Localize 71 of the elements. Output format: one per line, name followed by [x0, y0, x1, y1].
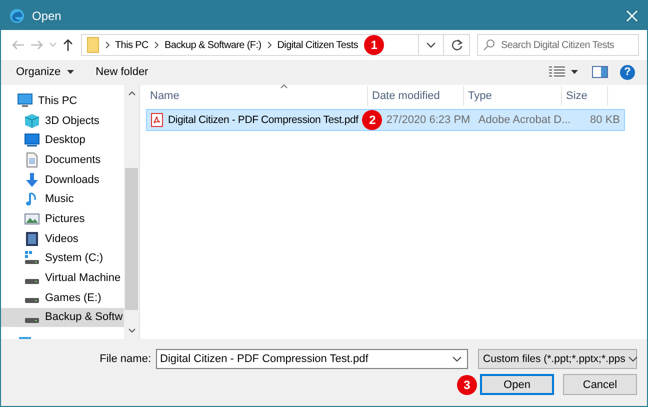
picture-icon: [24, 210, 40, 227]
organize-menu-button[interactable]: Organize: [9, 63, 81, 81]
sidebar-item[interactable]: Music: [1, 189, 124, 210]
view-options-icon[interactable]: [549, 66, 565, 78]
chevron-down-icon: [628, 356, 638, 362]
file-name-field[interactable]: Digital Citizen - PDF Compression Test.pdf: [156, 349, 468, 369]
address-bar[interactable]: This PC Backup & Software (F:) Digital Citizen Tests 1: [81, 34, 444, 56]
sidebar-item[interactable]: This PC: [1, 91, 124, 111]
scrollbar-thumb[interactable]: [125, 168, 138, 310]
column-header[interactable]: Type: [464, 86, 562, 106]
table-cell: 27/2020 6:23 PM: [386, 114, 470, 126]
pdf-file-icon: [151, 113, 163, 127]
column-header[interactable]: Size: [562, 86, 608, 106]
new-folder-button[interactable]: New folder: [88, 63, 156, 81]
table-cell: 80 KB: [590, 114, 620, 126]
sidebar-item[interactable]: Documents: [1, 150, 124, 170]
chevron-down-icon: [452, 356, 462, 362]
film-icon: [24, 230, 40, 247]
drive-icon: [25, 298, 39, 304]
file-row[interactable]: Digital Citizen - PDF Compression Test.pdf 2 27/2020 6:23 PM Adobe Acrobat D... 80 KB: [146, 109, 625, 131]
caret-icon: [66, 70, 74, 74]
caret-icon[interactable]: [571, 70, 578, 74]
column-header[interactable]: Name: [146, 86, 368, 106]
refresh-icon: [450, 39, 462, 51]
sidebar-item[interactable]: Desktop: [1, 130, 124, 150]
sidebar-item[interactable]: 3D Objects: [1, 110, 124, 130]
refresh-button[interactable]: [444, 34, 470, 56]
computer-icon: [17, 92, 33, 109]
breadcrumb-link[interactable]: This PC: [115, 40, 148, 50]
cube-icon: [24, 112, 40, 129]
chevron-down-icon: [426, 42, 436, 48]
dialog-button[interactable]: Open: [480, 374, 554, 395]
app-icon: [9, 8, 25, 24]
down-arrow-icon: [24, 172, 40, 188]
sidebar-item[interactable]: System (C:): [1, 248, 124, 268]
help-button[interactable]: ?: [620, 64, 635, 80]
file-type-dropdown[interactable]: Custom files (*.ppt;*.pptx;*.pps: [478, 349, 637, 369]
sidebar-item[interactable]: Pictures: [1, 209, 124, 229]
chevron-up-icon[interactable]: [128, 91, 136, 96]
breadcrumb-link[interactable]: Backup & Software (F:): [164, 40, 262, 50]
sort-caret-icon: [280, 84, 288, 89]
sidebar-item[interactable]: Virtual Machine: [1, 268, 124, 288]
sidebar-item[interactable]: Downloads: [1, 170, 124, 190]
chevron-down-icon[interactable]: [128, 328, 136, 333]
column-header[interactable]: Date modified: [368, 86, 464, 106]
chevron-right-icon: [267, 41, 272, 49]
sidebar-item[interactable]: Backup & Softw: [1, 308, 124, 328]
window-title: Open: [32, 8, 62, 22]
dialog-button[interactable]: Cancel: [563, 374, 637, 395]
callout-badge: 2: [362, 110, 382, 130]
search-icon: [483, 39, 495, 51]
close-icon[interactable]: [626, 10, 638, 22]
drive-icon: [25, 318, 39, 323]
search-field[interactable]: Search Digital Citizen Tests: [477, 34, 639, 56]
document-icon: [24, 152, 40, 168]
folder-icon: [87, 37, 99, 53]
preview-pane-icon[interactable]: [592, 66, 608, 78]
table-cell: Digital Citizen - PDF Compression Test.pdf: [168, 114, 358, 126]
callout-badge: 3: [457, 374, 477, 394]
table-cell: Adobe Acrobat D...: [478, 114, 571, 126]
sidebar-item[interactable]: Videos: [1, 228, 124, 248]
field-label: File name:: [100, 353, 151, 365]
sidebar-item[interactable]: Games (E:): [1, 288, 124, 308]
drive-icon: [25, 278, 39, 284]
chevron-right-icon: [105, 41, 110, 49]
callout-badge: 1: [364, 35, 384, 55]
monitor-icon: [24, 132, 40, 148]
breadcrumb-link[interactable]: Digital Citizen Tests: [277, 40, 358, 50]
chevron-right-icon: [154, 41, 160, 49]
up-arrow-icon[interactable]: [62, 38, 74, 52]
drive-icon: [24, 250, 40, 266]
